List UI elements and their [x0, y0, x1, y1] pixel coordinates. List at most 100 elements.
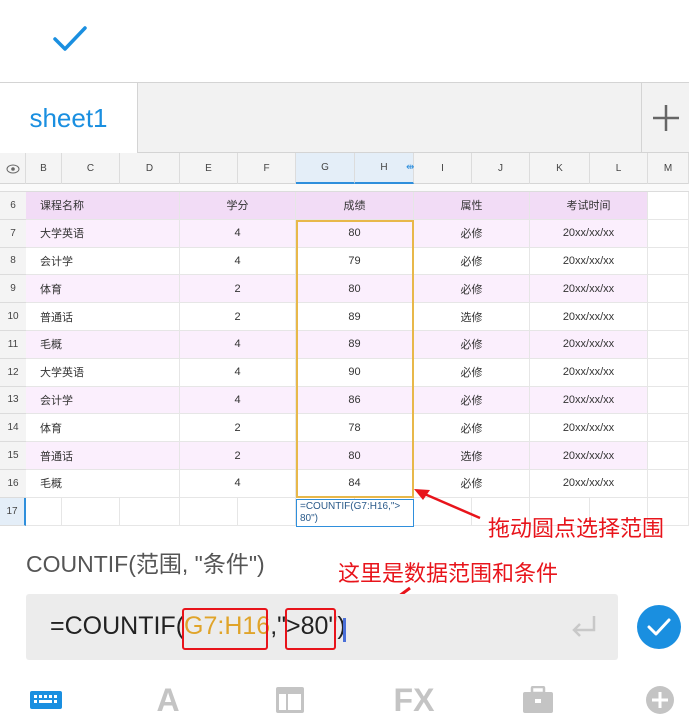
- data-cell[interactable]: 20xx/xx/xx: [530, 386, 648, 415]
- data-cell[interactable]: 20xx/xx/xx: [530, 275, 648, 304]
- data-cell[interactable]: 会计学: [26, 247, 180, 276]
- empty-cell[interactable]: [648, 414, 689, 443]
- data-cell[interactable]: 4: [180, 470, 296, 498]
- layout-button[interactable]: [260, 680, 320, 720]
- data-cell[interactable]: 必修: [414, 331, 530, 359]
- data-cell[interactable]: 必修: [414, 219, 530, 248]
- data-cell[interactable]: 86: [296, 386, 414, 415]
- data-cell[interactable]: 普通话: [26, 303, 180, 331]
- data-cell[interactable]: 选修: [414, 442, 530, 470]
- data-cell[interactable]: 20xx/xx/xx: [530, 442, 648, 470]
- empty-cell[interactable]: [648, 303, 689, 331]
- data-cell[interactable]: 必修: [414, 358, 530, 387]
- header-cell[interactable]: 考试时间: [530, 192, 648, 220]
- empty-cell[interactable]: [180, 497, 238, 526]
- data-cell[interactable]: 2: [180, 275, 296, 304]
- add-sheet-button[interactable]: [641, 83, 689, 153]
- data-cell[interactable]: 20xx/xx/xx: [530, 470, 648, 498]
- column-header[interactable]: J: [472, 153, 530, 184]
- row-header[interactable]: 7: [0, 219, 26, 248]
- column-resize-handle-icon[interactable]: ⇹: [406, 162, 414, 173]
- row-header[interactable]: 16: [0, 470, 26, 498]
- column-header[interactable]: B: [26, 153, 62, 184]
- data-cell[interactable]: 大学英语: [26, 219, 180, 248]
- data-cell[interactable]: 20xx/xx/xx: [530, 247, 648, 276]
- data-cell[interactable]: 80: [296, 275, 414, 304]
- data-cell[interactable]: 20xx/xx/xx: [530, 358, 648, 387]
- row-header[interactable]: 14: [0, 414, 26, 443]
- data-cell[interactable]: 2: [180, 414, 296, 443]
- function-button[interactable]: FX: [384, 680, 444, 720]
- data-cell[interactable]: 80: [296, 442, 414, 470]
- data-cell[interactable]: 79: [296, 247, 414, 276]
- tools-button[interactable]: [508, 680, 568, 720]
- header-cell[interactable]: 属性: [414, 192, 530, 220]
- header-cell[interactable]: 成绩: [296, 192, 414, 220]
- header-cell[interactable]: 学分: [180, 192, 296, 220]
- empty-cell[interactable]: [648, 275, 689, 304]
- empty-cell[interactable]: [120, 497, 180, 526]
- empty-cell[interactable]: [648, 358, 689, 387]
- empty-cell[interactable]: [62, 497, 120, 526]
- keyboard-button[interactable]: [16, 680, 76, 720]
- data-cell[interactable]: 体育: [26, 414, 180, 443]
- data-cell[interactable]: 78: [296, 414, 414, 443]
- row-header[interactable]: 13: [0, 386, 26, 415]
- data-cell[interactable]: 毛概: [26, 470, 180, 498]
- column-header[interactable]: F: [238, 153, 296, 184]
- row-header[interactable]: 12: [0, 358, 26, 387]
- row-header[interactable]: 15: [0, 442, 26, 470]
- data-cell[interactable]: 20xx/xx/xx: [530, 219, 648, 248]
- sheet-tab-sheet1[interactable]: sheet1: [0, 83, 138, 153]
- data-cell[interactable]: 选修: [414, 303, 530, 331]
- data-cell[interactable]: 2: [180, 303, 296, 331]
- data-cell[interactable]: 体育: [26, 275, 180, 304]
- data-cell[interactable]: 毛概: [26, 331, 180, 359]
- data-cell[interactable]: 必修: [414, 414, 530, 443]
- insert-button[interactable]: [630, 680, 689, 720]
- text-format-button[interactable]: A: [138, 680, 198, 720]
- data-cell[interactable]: 大学英语: [26, 358, 180, 387]
- empty-cell[interactable]: [648, 386, 689, 415]
- column-header[interactable]: D: [120, 153, 180, 184]
- empty-cell[interactable]: [238, 497, 296, 526]
- data-cell[interactable]: 必修: [414, 275, 530, 304]
- data-cell[interactable]: 2: [180, 442, 296, 470]
- row-header[interactable]: 8: [0, 247, 26, 276]
- cell-editor[interactable]: =COUNTIF(G7:H16,"> 80"): [296, 498, 414, 527]
- data-cell[interactable]: 80: [296, 219, 414, 248]
- data-cell[interactable]: 会计学: [26, 386, 180, 415]
- empty-cell[interactable]: [648, 331, 689, 359]
- empty-cell[interactable]: [648, 470, 689, 498]
- column-header[interactable]: L: [590, 153, 648, 184]
- data-cell[interactable]: 84: [296, 470, 414, 498]
- empty-cell[interactable]: [26, 497, 62, 526]
- empty-cell[interactable]: [648, 219, 689, 248]
- empty-cell[interactable]: [648, 192, 689, 220]
- data-cell[interactable]: 20xx/xx/xx: [530, 303, 648, 331]
- column-header[interactable]: I: [414, 153, 472, 184]
- header-cell[interactable]: 课程名称: [26, 192, 180, 220]
- confirm-formula-button[interactable]: [637, 605, 681, 649]
- data-cell[interactable]: 4: [180, 219, 296, 248]
- data-cell[interactable]: 89: [296, 303, 414, 331]
- data-cell[interactable]: 4: [180, 358, 296, 387]
- column-header[interactable]: M: [648, 153, 689, 184]
- empty-cell[interactable]: [648, 247, 689, 276]
- row-header[interactable]: 10: [0, 303, 26, 331]
- column-header[interactable]: G: [296, 153, 355, 184]
- data-cell[interactable]: 20xx/xx/xx: [530, 414, 648, 443]
- data-cell[interactable]: 4: [180, 386, 296, 415]
- spreadsheet-grid[interactable]: BCDEFGHIJKLM 6 课程名称 学分 成绩 属性 考试时间 7 大学英语 4 80 必修 20…: [0, 153, 689, 528]
- data-cell[interactable]: 20xx/xx/xx: [530, 331, 648, 359]
- column-header[interactable]: E: [180, 153, 238, 184]
- visibility-eye-icon[interactable]: [0, 153, 26, 184]
- done-check-icon[interactable]: [52, 24, 88, 54]
- data-cell[interactable]: 必修: [414, 247, 530, 276]
- empty-cell[interactable]: [648, 442, 689, 470]
- row-header[interactable]: 6: [0, 192, 26, 220]
- column-header[interactable]: K: [530, 153, 590, 184]
- row-header[interactable]: 11: [0, 331, 26, 359]
- data-cell[interactable]: 普通话: [26, 442, 180, 470]
- data-cell[interactable]: 89: [296, 331, 414, 359]
